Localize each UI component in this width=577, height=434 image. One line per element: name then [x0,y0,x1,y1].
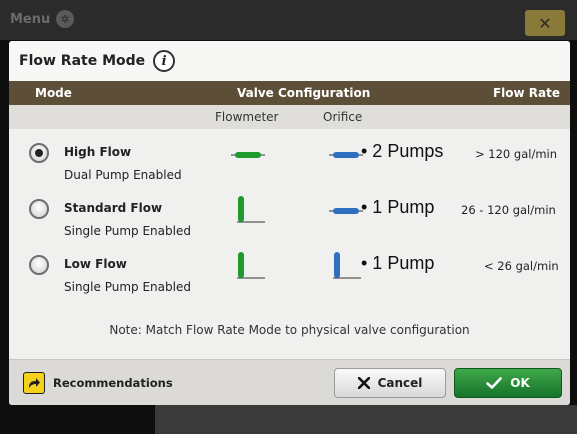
note-text: Note: Match Flow Rate Mode to physical v… [109,323,470,337]
checkmark-icon [486,377,503,389]
gear-icon: ✲ [56,10,75,28]
flow-rate-mode-dialog: Flow Rate Mode i Mode Valve Configuratio… [9,41,570,405]
table-header: Mode Valve Configuration Flow Rate [9,81,570,105]
mode-row-low-flow[interactable]: Low Flow Single Pump Enabled • 1 Pump < … [9,249,570,305]
mode-description: Single Pump Enabled [64,280,191,294]
dialog-title-bar: Flow Rate Mode i [9,41,570,81]
orifice-valve-open-icon [329,152,363,158]
mode-description: Single Pump Enabled [64,224,191,238]
close-x-icon [357,377,370,389]
mode-name: Low Flow [64,257,127,271]
dialog-footer: Recommendations Cancel OK [9,359,570,405]
menu-label: Menu [10,11,51,27]
header-flow-rate: Flow Rate [492,86,560,100]
background-bottom-bar [155,405,577,434]
background-menu: Menu ✲ [10,10,75,28]
pump-count: • 2 Pumps [361,141,444,161]
subheader-orifice: Orifice [323,110,363,124]
redirect-arrow-icon [23,372,45,394]
table-subheader: Flowmeter Orifice [9,105,570,129]
info-icon[interactable]: i [153,50,176,72]
recommendations-label: Recommendations [53,376,173,390]
ok-label: OK [510,376,530,390]
recommendations-button[interactable]: Recommendations [23,372,173,394]
flow-rate-value: > 120 gal/min [475,147,557,161]
mode-row-standard-flow[interactable]: Standard Flow Single Pump Enabled • 1 Pu… [9,193,570,249]
pump-count: • 1 Pump [361,197,435,217]
background-menu-bar [0,0,577,40]
mode-row-high-flow[interactable]: High Flow Dual Pump Enabled • 2 Pumps > … [9,137,570,193]
mode-description: Dual Pump Enabled [64,168,182,182]
dialog-title: Flow Rate Mode [19,53,146,69]
flow-rate-value: 26 - 120 gal/min [461,203,556,217]
radio-low-flow[interactable] [29,255,49,275]
flowmeter-valve-closed-icon [237,252,265,279]
cancel-label: Cancel [377,376,423,390]
cancel-button[interactable]: Cancel [334,368,446,398]
orifice-valve-closed-icon [333,252,361,279]
mode-name: Standard Flow [64,201,163,215]
ok-button[interactable]: OK [454,368,562,398]
header-valve-configuration: Valve Configuration [237,86,371,100]
mode-name: High Flow [64,145,132,159]
subheader-flowmeter: Flowmeter [215,110,279,124]
radio-standard-flow[interactable] [29,199,49,219]
header-mode: Mode [35,86,72,100]
radio-high-flow[interactable] [29,143,49,163]
pump-count: • 1 Pump [361,253,435,273]
flow-rate-value: < 26 gal/min [484,259,559,273]
background-close-icon: ✕ [525,10,565,36]
orifice-valve-open-icon [329,208,363,214]
flowmeter-valve-open-icon [231,152,265,158]
flowmeter-valve-closed-icon [237,196,265,223]
